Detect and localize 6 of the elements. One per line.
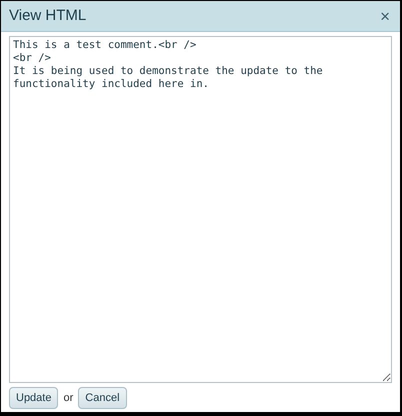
close-button[interactable]: × bbox=[378, 8, 392, 24]
separator-text: or bbox=[63, 390, 74, 406]
update-button[interactable]: Update bbox=[9, 387, 58, 409]
cancel-button[interactable]: Cancel bbox=[78, 387, 127, 409]
html-text-area[interactable]: This is a test comment.<br /> <br /> It is being used to demonstrate the update to the functionality included here in. bbox=[9, 36, 392, 383]
window-title: View HTML bbox=[9, 6, 86, 26]
